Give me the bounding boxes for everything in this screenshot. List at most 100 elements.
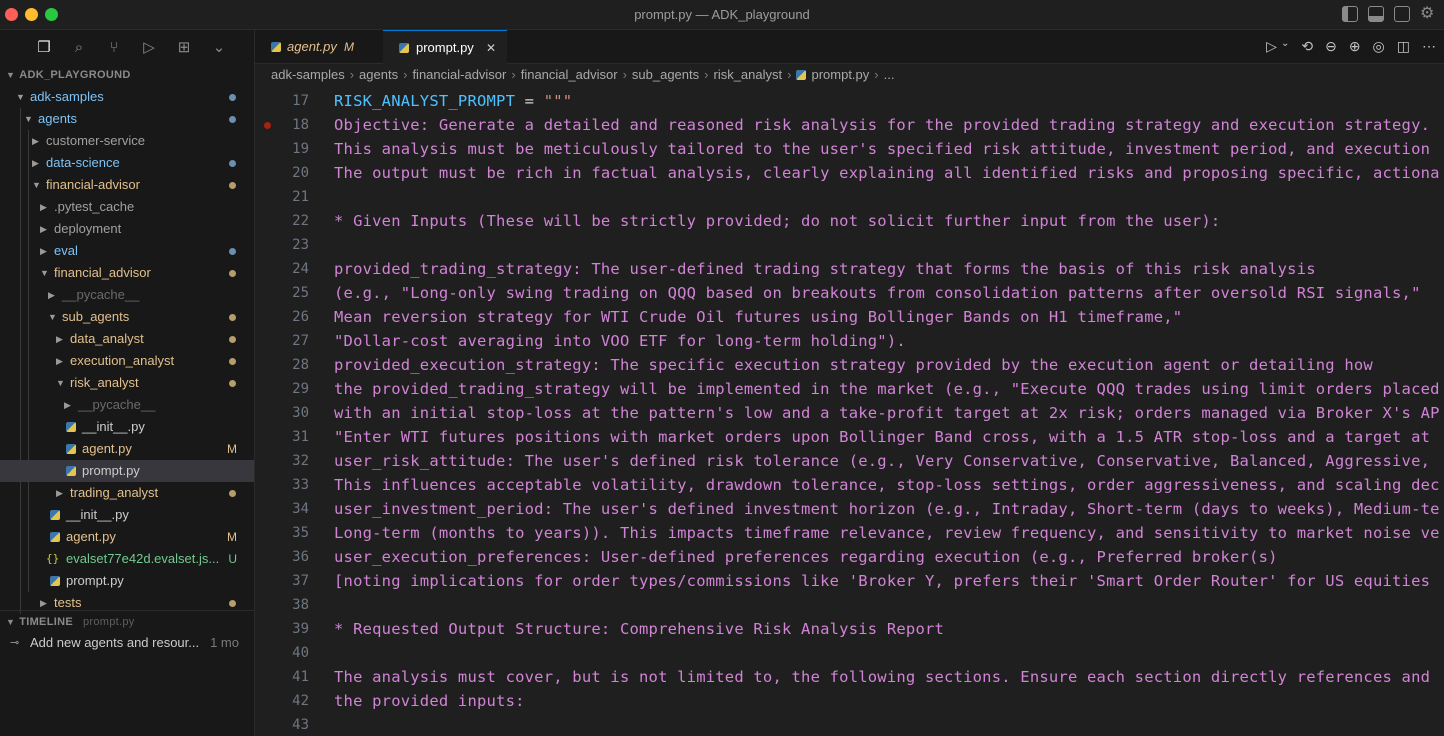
breadcrumb-item[interactable]: risk_analyst [713,67,782,82]
timeline-file-label: prompt.py [82,616,135,628]
explorer-sidebar: ❐ ⌕ ⑂ ▷ ⊞ ⌄ ▼ ADK_PLAYGROUND ▼ adk-sample… [0,30,255,736]
file-item[interactable]: prompt.py [0,570,254,592]
file-item[interactable]: agent.py M [0,526,254,548]
code-line: Mean reversion strategy for WTI Crude Oi… [334,308,1183,326]
tree-item-label: agent.py [82,441,132,456]
code-line: provided_execution_strategy: The specifi… [334,356,1373,374]
open-changes-icon[interactable]: ◎ [1373,38,1385,55]
more-views-chevron-down-icon[interactable]: ⌄ [209,37,229,57]
run-debug-icon[interactable]: ▷ [139,37,159,57]
folder-item[interactable]: ▼ agents [0,108,254,130]
git-status-badge: U [228,552,237,566]
file-item[interactable]: prompt.py [0,460,254,482]
settings-gear-icon[interactable]: ⚙ [1420,6,1436,22]
tree-item-label: prompt.py [66,573,124,588]
folder-item[interactable]: ▼ sub_agents [0,306,254,328]
line-number: 20 [292,165,309,181]
search-icon[interactable]: ⌕ [69,37,89,57]
split-editor-icon[interactable]: ◫ [1397,38,1410,55]
code-line: (e.g., "Long-only swing trading on QQQ b… [334,284,1421,302]
code-line: RISK_ANALYST_PROMPT = """ [334,89,572,113]
folder-item[interactable]: ▶ deployment [0,218,254,240]
chevron-down-icon: ▼ [24,114,33,124]
git-status-dot [229,116,236,123]
git-status-dot [229,358,236,365]
breadcrumb-item[interactable]: sub_agents [632,67,699,82]
run-python-file-icon[interactable]: ▷ [1266,38,1277,55]
source-control-icon[interactable]: ⑂ [104,37,124,57]
line-number: 32 [292,453,309,469]
line-number: 35 [292,525,309,541]
folder-item[interactable]: ▼ financial-advisor [0,174,254,196]
more-actions-icon[interactable]: ⋯ [1422,38,1436,55]
chevron-right-icon: ▶ [48,290,55,300]
git-status-dot [229,160,236,167]
tab-agent-py[interactable]: agent.py M [255,30,383,64]
tree-item-label: prompt.py [82,463,140,478]
file-item[interactable]: agent.py M [0,438,254,460]
go-back-icon[interactable]: ⟲ [1301,38,1313,55]
code-line: This analysis must be meticulously tailo… [334,140,1431,158]
tree-item-label: .pytest_cache [54,199,135,214]
tree-item-label: trading_analyst [70,485,159,500]
toggle-secondary-sidebar-icon[interactable] [1394,6,1410,22]
tree-item-label: execution_analyst [70,353,175,368]
breakpoint-icon[interactable] [264,122,271,129]
tree-item-label: data-science [46,155,120,170]
line-number: 29 [292,381,309,397]
explorer-root-header[interactable]: ▼ ADK_PLAYGROUND [0,64,254,86]
folder-item[interactable]: ▶ customer-service [0,130,254,152]
code-editor[interactable]: 17 18 19 20 21 22 23 24 25 26 27 28 29 30 31 32 33 34 35 36… [255,88,1444,736]
tree-item-label: __init__.py [82,419,145,434]
timeline-header[interactable]: ▼ TIMELINE prompt.py [0,610,254,632]
folder-item[interactable]: ▶ __pycache__ [0,394,254,416]
chevron-right-icon: ▶ [40,246,47,256]
code-line: the provided_trading_strategy will be im… [334,380,1440,398]
chevron-right-icon: ▶ [40,224,47,234]
timeline-previous-icon[interactable]: ⊖ [1325,38,1337,55]
chevron-down-icon: ▼ [6,70,16,80]
folder-item[interactable]: ▶ trading_analyst [0,482,254,504]
code-line: provided_trading_strategy: The user-defi… [334,260,1316,278]
git-status-dot [229,490,236,497]
explorer-icon[interactable]: ❐ [34,37,54,57]
folder-item[interactable]: ▶ data-science [0,152,254,174]
toggle-panel-icon[interactable] [1368,6,1384,22]
tree-item-label: __pycache__ [78,397,156,412]
tab-prompt-py[interactable]: prompt.py ✕ [383,30,507,65]
breadcrumb-item[interactable]: agents [359,67,398,82]
folder-item[interactable]: ▶ data_analyst [0,328,254,350]
chevron-right-icon: ▶ [32,136,39,146]
python-file-icon [399,43,409,53]
folder-item[interactable]: ▼ financial_advisor [0,262,254,284]
folder-item[interactable]: ▶ execution_analyst [0,350,254,372]
tab-label: agent.py [287,39,337,54]
git-status-badge: M [227,442,237,456]
timeline-next-icon[interactable]: ⊕ [1349,38,1361,55]
file-item[interactable]: {} evalset77e42d.evalset.js... U [0,548,254,570]
close-tab-icon[interactable]: ✕ [486,31,496,65]
extensions-icon[interactable]: ⊞ [174,37,194,57]
run-options-chevron-down-icon[interactable]: ⌄ [1281,38,1289,55]
folder-item[interactable]: ▶ eval [0,240,254,262]
file-item[interactable]: __init__.py [0,416,254,438]
breadcrumb-item[interactable]: ... [884,67,895,82]
line-number: 25 [292,285,309,301]
editor-tabs: agent.py M prompt.py ✕ ▷ ⌄ ⟲ ⊖ ⊕ ◎ ◫ ⋯ [255,30,1444,65]
folder-item[interactable]: ▼ adk-samples [0,86,254,108]
folder-item[interactable]: ▶ __pycache__ [0,284,254,306]
breadcrumb-item[interactable]: financial_advisor [521,67,618,82]
folder-item[interactable]: ▶ .pytest_cache [0,196,254,218]
folder-item[interactable]: ▼ risk_analyst [0,372,254,394]
breadcrumb-item[interactable]: financial-advisor [412,67,506,82]
chevron-down-icon: ▼ [40,268,49,278]
code-line: The analysis must cover, but is not limi… [334,668,1431,686]
python-file-icon [66,444,76,454]
assignment-operator: = [515,92,544,110]
breadcrumb-item[interactable]: prompt.py [811,67,869,82]
breadcrumb-item[interactable]: adk-samples [271,67,345,82]
timeline-entry[interactable]: ⊸ Add new agents and resour... 1 mo [0,632,254,654]
git-status-dot [229,600,236,607]
toggle-primary-sidebar-icon[interactable] [1342,6,1358,22]
file-item[interactable]: __init__.py [0,504,254,526]
